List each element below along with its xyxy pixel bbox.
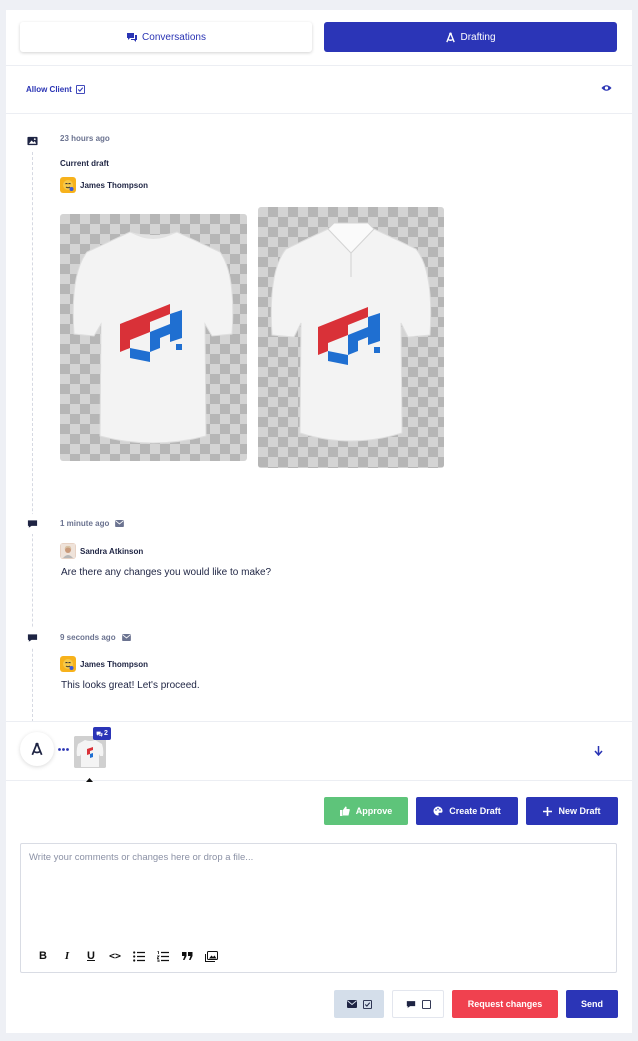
quote-button[interactable] bbox=[179, 948, 195, 964]
draft-time-text: 23 hours ago bbox=[60, 134, 110, 143]
message-time-text: 1 minute ago bbox=[60, 519, 110, 528]
envelope-icon bbox=[121, 634, 131, 641]
message-timestamp: 1 minute ago bbox=[60, 519, 125, 528]
eye-icon[interactable] bbox=[601, 84, 612, 92]
author-name: James Thompson bbox=[80, 659, 149, 669]
comment-count-badge: 2 bbox=[93, 727, 111, 740]
editor-placeholder: Write your comments or changes here or d… bbox=[29, 852, 254, 863]
tab-conversations[interactable]: Conversations bbox=[20, 22, 312, 52]
tab-drafting-label: Drafting bbox=[460, 31, 496, 43]
comment-icon bbox=[22, 514, 42, 534]
tab-drafting[interactable]: Drafting bbox=[324, 22, 617, 52]
bullet-list-icon bbox=[133, 950, 145, 962]
new-draft-label: New Draft bbox=[558, 806, 601, 816]
code-button[interactable]: <> bbox=[107, 948, 123, 964]
checkbox-checked-icon[interactable] bbox=[75, 85, 85, 94]
numbered-list-icon bbox=[157, 950, 169, 962]
email-notify-toggle[interactable] bbox=[334, 990, 384, 1018]
message-author: Sandra Atkinson bbox=[60, 543, 143, 559]
send-button[interactable]: Send bbox=[566, 990, 618, 1018]
avatar bbox=[60, 656, 76, 672]
arrow-down-icon[interactable] bbox=[594, 746, 603, 756]
checkbox-empty-icon bbox=[421, 999, 431, 1009]
message-timestamp: 9 seconds ago bbox=[60, 633, 131, 642]
checkbox-checked-icon bbox=[362, 999, 372, 1009]
comment-count: 2 bbox=[104, 730, 108, 737]
comment-icon bbox=[406, 1000, 415, 1008]
thumbs-up-icon bbox=[339, 806, 350, 816]
message-time-text: 9 seconds ago bbox=[60, 633, 116, 642]
avatar bbox=[60, 177, 76, 193]
drafting-compass-icon bbox=[31, 742, 43, 756]
create-draft-label: Create Draft bbox=[449, 806, 501, 816]
approve-label: Approve bbox=[355, 806, 393, 816]
insert-image-button[interactable] bbox=[203, 948, 219, 964]
bold-button[interactable]: B bbox=[35, 948, 51, 964]
draft-image-front[interactable] bbox=[60, 214, 247, 461]
divider bbox=[6, 113, 632, 114]
envelope-icon bbox=[115, 520, 125, 527]
bullet-list-button[interactable] bbox=[131, 948, 147, 964]
allow-client-label: Allow Client bbox=[26, 85, 72, 94]
drafting-panel: Conversations Drafting Allow Client 23 h… bbox=[6, 10, 632, 1033]
author-name: James Thompson bbox=[80, 180, 149, 190]
request-changes-label: Request changes bbox=[467, 999, 543, 1009]
create-draft-button[interactable]: Create Draft bbox=[416, 797, 518, 825]
drafting-compass-button[interactable] bbox=[20, 732, 54, 766]
underline-button[interactable]: U bbox=[83, 948, 99, 964]
tab-bar: Conversations Drafting bbox=[6, 10, 632, 66]
draft-label: Current draft bbox=[60, 159, 109, 168]
numbered-list-button[interactable] bbox=[155, 948, 171, 964]
images-icon bbox=[204, 950, 218, 962]
avatar bbox=[60, 543, 76, 559]
draft-timestamp: 23 hours ago bbox=[60, 134, 110, 143]
caret-up-icon bbox=[86, 778, 93, 782]
author-name: Sandra Atkinson bbox=[80, 546, 144, 556]
draft-author: James Thompson bbox=[60, 177, 148, 193]
comments-icon bbox=[96, 731, 103, 737]
draft-image-back[interactable] bbox=[258, 207, 444, 468]
image-icon bbox=[22, 131, 42, 151]
comment-editor[interactable]: Write your comments or changes here or d… bbox=[20, 843, 617, 973]
chat-notify-toggle[interactable] bbox=[392, 990, 444, 1018]
envelope-icon bbox=[346, 1000, 357, 1008]
quote-icon bbox=[181, 952, 192, 960]
approve-button[interactable]: Approve bbox=[324, 797, 408, 825]
draft-selector-bar: 2 bbox=[6, 721, 632, 782]
message-text: This looks great! Let's proceed. bbox=[61, 680, 200, 691]
plus-icon bbox=[543, 806, 553, 816]
new-draft-button[interactable]: New Draft bbox=[526, 797, 618, 825]
send-label: Send bbox=[580, 999, 603, 1009]
comments-icon bbox=[127, 33, 138, 42]
more-dots-icon[interactable] bbox=[58, 748, 69, 751]
allow-client-toggle[interactable]: Allow Client bbox=[26, 85, 85, 94]
italic-button[interactable]: I bbox=[59, 948, 75, 964]
draft-thumbnail[interactable] bbox=[74, 736, 106, 768]
tab-conversations-label: Conversations bbox=[142, 31, 206, 43]
editor-toolbar: B I U <> bbox=[35, 948, 219, 964]
message-author: James Thompson bbox=[60, 656, 148, 672]
palette-icon bbox=[433, 806, 443, 816]
request-changes-button[interactable]: Request changes bbox=[452, 990, 558, 1018]
drafting-compass-icon bbox=[446, 32, 456, 42]
message-text: Are there any changes you would like to … bbox=[61, 567, 272, 578]
comment-icon bbox=[22, 628, 42, 648]
